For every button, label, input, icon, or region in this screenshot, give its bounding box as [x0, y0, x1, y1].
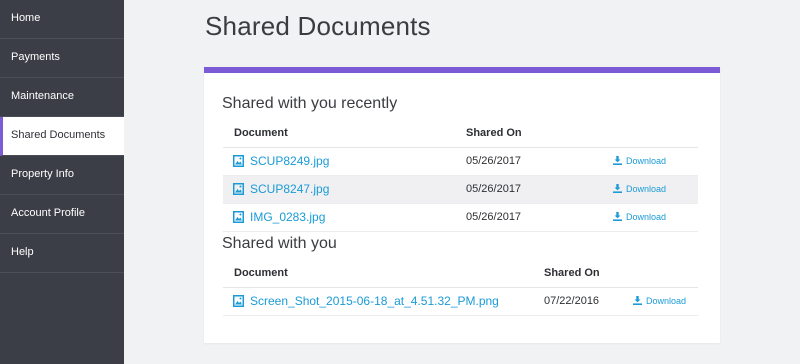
- image-file-icon: [233, 206, 244, 233]
- recent-documents-table: Document Shared On SCUP8249.jpg 05/26/20…: [223, 119, 698, 232]
- shared-date: 05/26/2017: [466, 183, 522, 195]
- table-header: Document Shared On: [223, 119, 698, 148]
- sidebar-item-home[interactable]: Home: [0, 0, 124, 39]
- shared-date: 05/26/2017: [466, 211, 522, 223]
- image-file-icon: [233, 150, 244, 177]
- document-name: SCUP8247.jpg: [250, 182, 330, 196]
- table-row: Screen_Shot_2015-06-18_at_4.51.32_PM.png…: [223, 288, 698, 316]
- document-column-header: Document: [234, 267, 288, 279]
- download-icon: [613, 205, 622, 232]
- document-link[interactable]: IMG_0283.jpg: [233, 204, 325, 233]
- download-icon: [613, 177, 622, 204]
- download-button[interactable]: Download: [633, 288, 686, 316]
- shared-on-column-header: Shared On: [544, 267, 600, 279]
- download-button[interactable]: Download: [613, 148, 666, 176]
- sidebar-item-maintenance[interactable]: Maintenance: [0, 78, 124, 117]
- download-label: Download: [646, 296, 687, 306]
- download-button[interactable]: Download: [613, 176, 666, 204]
- table-row: IMG_0283.jpg 05/26/2017 Download: [223, 204, 698, 232]
- download-label: Download: [626, 184, 667, 194]
- download-icon: [633, 289, 642, 316]
- image-file-icon: [233, 290, 244, 317]
- document-column-header: Document: [234, 127, 288, 139]
- sidebar-item-property-info[interactable]: Property Info: [0, 156, 124, 195]
- document-name: Screen_Shot_2015-06-18_at_4.51.32_PM.png: [250, 294, 499, 308]
- table-header: Document Shared On: [223, 259, 698, 288]
- download-icon: [613, 149, 622, 176]
- document-link[interactable]: SCUP8247.jpg: [233, 176, 329, 205]
- document-link[interactable]: SCUP8249.jpg: [233, 148, 329, 177]
- document-name: SCUP8249.jpg: [250, 154, 330, 168]
- sidebar: Home Payments Maintenance Shared Documen…: [0, 0, 124, 364]
- document-name: IMG_0283.jpg: [250, 210, 326, 224]
- sidebar-item-shared-documents[interactable]: Shared Documents: [0, 117, 124, 156]
- sidebar-item-payments[interactable]: Payments: [0, 39, 124, 78]
- download-label: Download: [626, 212, 667, 222]
- shared-date: 07/22/2016: [544, 295, 600, 307]
- download-label: Download: [626, 156, 667, 166]
- documents-card: Shared with you recently Document Shared…: [204, 67, 720, 343]
- sidebar-item-help[interactable]: Help: [0, 234, 124, 273]
- shared-on-column-header: Shared On: [466, 127, 522, 139]
- document-link[interactable]: Screen_Shot_2015-06-18_at_4.51.32_PM.png: [233, 288, 499, 317]
- table-row: SCUP8247.jpg 05/26/2017 Download: [223, 176, 698, 204]
- sidebar-item-account-profile[interactable]: Account Profile: [0, 195, 124, 234]
- image-file-icon: [233, 178, 244, 205]
- shared-documents-table: Document Shared On Screen_Shot_2015-06-1…: [223, 259, 698, 316]
- shared-section-title: Shared with you: [222, 235, 337, 252]
- recent-section-title: Shared with you recently: [222, 95, 398, 112]
- download-button[interactable]: Download: [613, 204, 666, 232]
- table-row: SCUP8249.jpg 05/26/2017 Download: [223, 148, 698, 176]
- page-title: Shared Documents: [205, 11, 431, 41]
- shared-date: 05/26/2017: [466, 155, 522, 167]
